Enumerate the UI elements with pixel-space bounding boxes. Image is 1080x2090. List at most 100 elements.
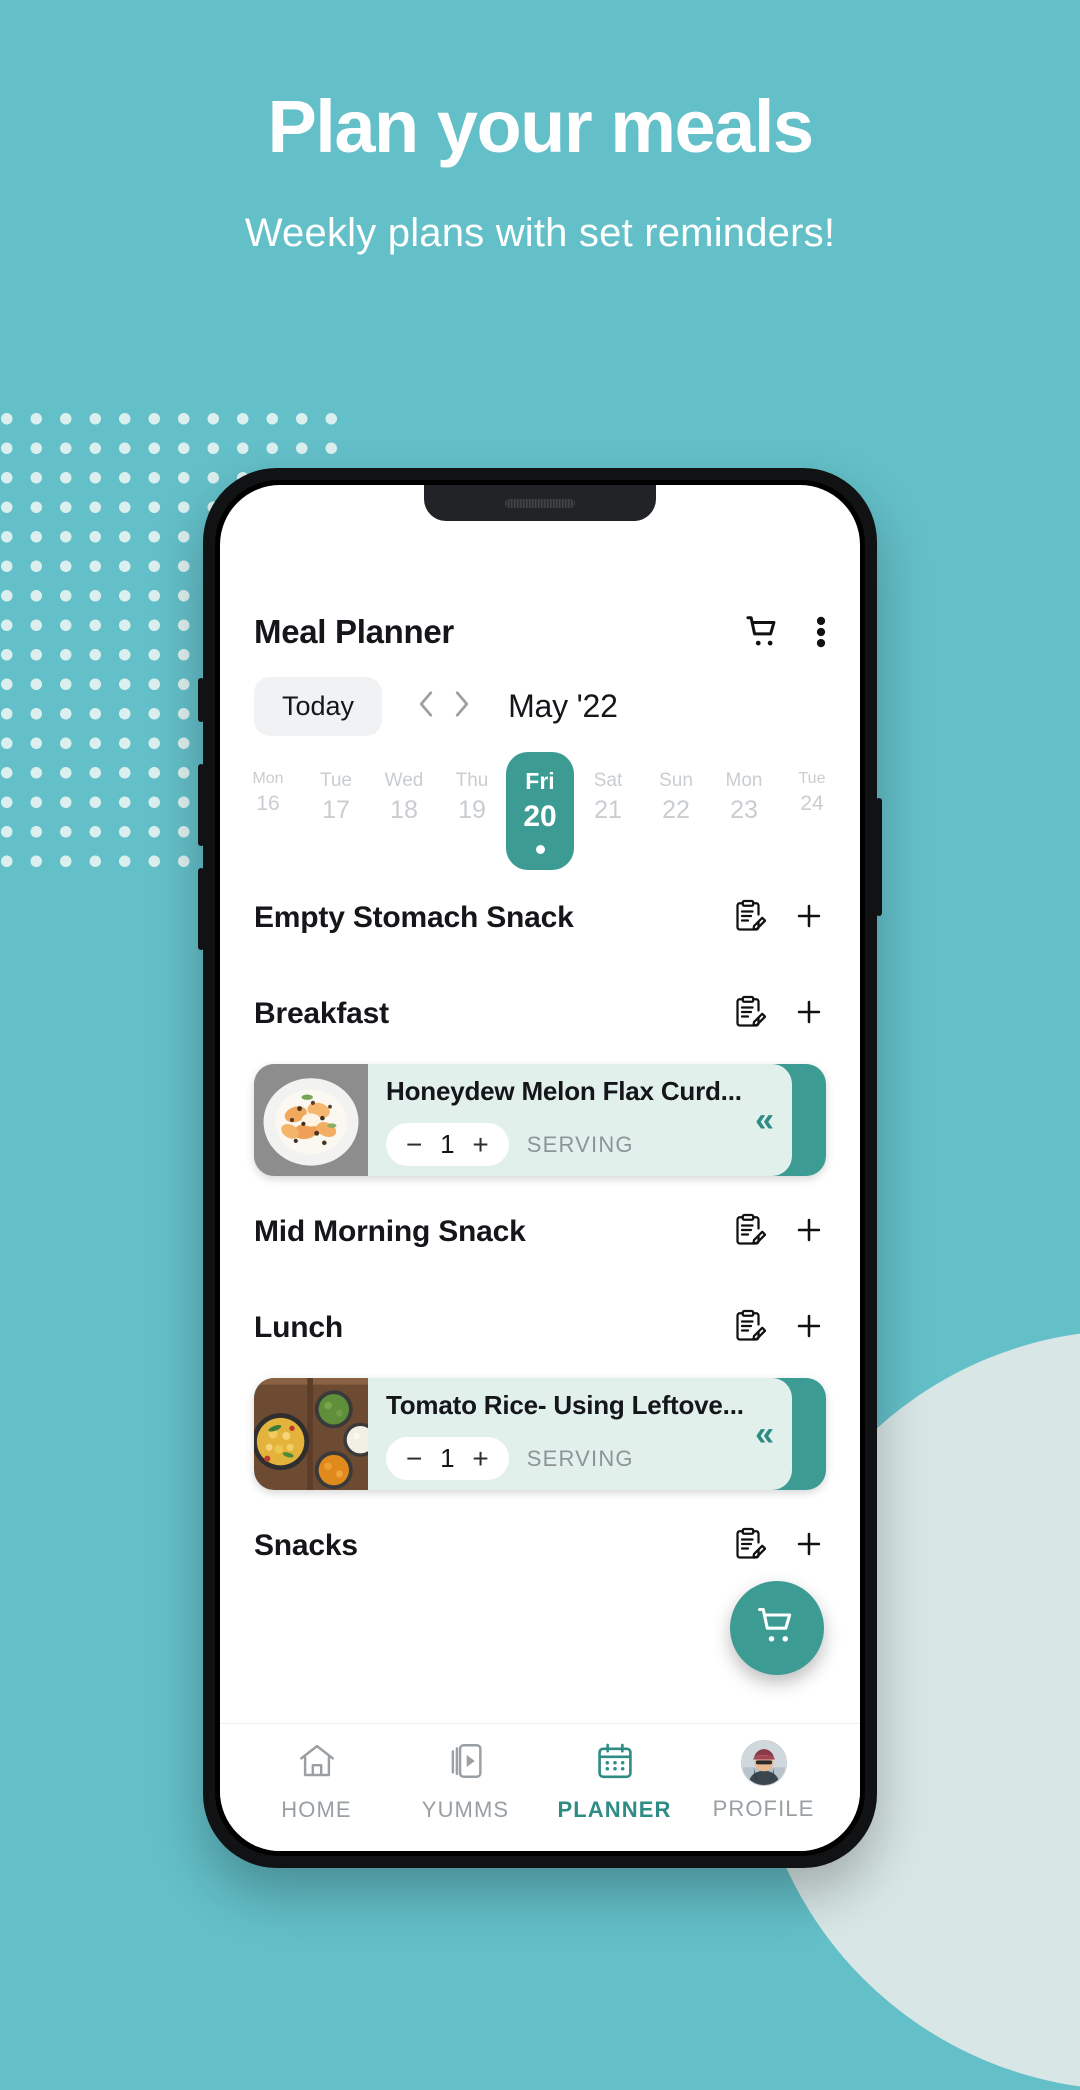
serving-row: − 1 + SERVING: [386, 1123, 778, 1167]
serving-row: − 1 + SERVING: [386, 1437, 778, 1481]
promo-subheadline: Weekly plans with set reminders!: [244, 210, 836, 255]
date-cell-number: 19: [458, 795, 486, 824]
recipe-card-text: Tomato Rice- Using Leftove... − 1 + SERV…: [368, 1378, 792, 1490]
recipe-card-breakfast[interactable]: Honeydew Melon Flax Curd... − 1 + SERVIN…: [254, 1064, 826, 1177]
chevron-right-icon[interactable]: [446, 684, 478, 729]
date-cell-fri-20-selected[interactable]: Fri 20: [506, 752, 574, 871]
date-cell-number: 21: [594, 795, 622, 824]
recipe-thumbnail-tomato-rice: [254, 1378, 368, 1491]
date-cell-tue-17[interactable]: Tue 17: [302, 758, 370, 840]
nav-item-label: HOME: [281, 1797, 352, 1822]
serving-stepper[interactable]: − 1 +: [386, 1437, 509, 1481]
date-cell-dow: Tue: [798, 770, 826, 787]
recipe-card-lunch[interactable]: Tomato Rice- Using Leftove... − 1 + SERV…: [254, 1378, 826, 1491]
plus-icon[interactable]: [792, 1527, 826, 1566]
nav-item-label: YUMMS: [421, 1797, 510, 1822]
nav-item-profile[interactable]: PROFILE: [689, 1740, 838, 1822]
date-cell-number: 24: [800, 791, 824, 815]
date-cell-sat-21[interactable]: Sat 21: [574, 758, 642, 840]
phone-bezel: Meal Planner Today May '22 Mon 16 Tue 17…: [215, 480, 865, 1856]
page-title: Meal Planner: [254, 613, 454, 650]
meal-row-label: Empty Stomach Snack: [254, 901, 574, 935]
promo-text-block: Plan your meals Weekly plans with set re…: [0, 0, 1080, 259]
meal-row-label: Breakfast: [254, 997, 389, 1031]
promo-headline: Plan your meals: [267, 85, 814, 168]
month-navigation-bar: Today May '22: [220, 651, 860, 736]
date-cell-dow: Sat: [593, 770, 623, 791]
recipe-card-text: Honeydew Melon Flax Curd... − 1 + SERVIN…: [368, 1064, 792, 1176]
bottom-navigation-bar: HOME YUMMS PLANNER PROFILE: [220, 1723, 860, 1851]
earpiece-speaker: [505, 498, 575, 508]
clipboard-pencil-icon[interactable]: [730, 1308, 767, 1349]
clipboard-pencil-icon[interactable]: [730, 1212, 767, 1253]
nav-item-home[interactable]: HOME: [242, 1740, 391, 1823]
date-cell-sun-22[interactable]: Sun 22: [642, 758, 710, 840]
chevron-double-left-icon[interactable]: «: [755, 1417, 774, 1451]
shopping-cart-icon[interactable]: [744, 613, 782, 651]
meal-row-mid-morning-snack[interactable]: Mid Morning Snack: [254, 1184, 826, 1280]
date-cell-dow: Wed: [384, 770, 424, 791]
month-arrows: [410, 684, 478, 729]
increment-serving-button[interactable]: +: [472, 1130, 488, 1159]
plus-icon[interactable]: [792, 1309, 826, 1348]
phone-mockup: Meal Planner Today May '22 Mon 16 Tue 17…: [198, 468, 882, 1868]
phone-volume-down: [198, 868, 204, 950]
meal-row-snacks[interactable]: Snacks: [254, 1498, 826, 1594]
plus-icon[interactable]: [792, 1213, 826, 1252]
date-cell-event-dot: [535, 845, 545, 855]
meal-row-breakfast[interactable]: Breakfast: [254, 966, 826, 1062]
chevron-double-left-icon[interactable]: «: [755, 1103, 774, 1137]
phone-mute-switch: [198, 678, 204, 722]
serving-value: 1: [440, 1129, 455, 1160]
meal-row-label: Lunch: [254, 1311, 343, 1345]
plus-icon[interactable]: [792, 899, 826, 938]
nav-item-label: PLANNER: [557, 1797, 672, 1822]
plus-icon[interactable]: [792, 995, 826, 1034]
date-cell-dow: Thu: [455, 770, 489, 791]
header-actions: [744, 613, 826, 651]
recipe-thumbnail-honeydew: [254, 1064, 368, 1177]
month-label: May '22: [508, 688, 618, 724]
date-cell-dow: Fri: [525, 768, 555, 794]
serving-value: 1: [440, 1443, 455, 1474]
avatar: [740, 1740, 787, 1786]
cart-fab-button[interactable]: [730, 1581, 824, 1675]
today-button[interactable]: Today: [254, 677, 383, 736]
increment-serving-button[interactable]: +: [472, 1444, 488, 1473]
video-icon: [445, 1740, 487, 1787]
nav-item-planner[interactable]: PLANNER: [540, 1740, 689, 1823]
date-cell-thu-19[interactable]: Thu 19: [438, 758, 506, 840]
clipboard-pencil-icon[interactable]: [730, 994, 767, 1035]
meal-row-label: Mid Morning Snack: [254, 1215, 526, 1249]
date-cell-dow: Tue: [319, 770, 353, 791]
recipe-card-body: Honeydew Melon Flax Curd... − 1 + SERVIN…: [254, 1064, 792, 1177]
clipboard-pencil-icon[interactable]: [730, 1526, 767, 1567]
phone-power-button: [876, 798, 882, 916]
meal-row-actions: [730, 898, 826, 939]
date-cell-number: 17: [322, 795, 350, 824]
date-strip: Mon 16 Tue 17 Wed 18 Thu 19 Fri 20 Sat 2…: [220, 736, 860, 871]
more-vertical-icon[interactable]: [816, 613, 826, 651]
date-cell-dow: Mon: [725, 770, 763, 791]
date-cell-dow: Mon: [252, 770, 284, 787]
clipboard-pencil-icon[interactable]: [730, 898, 767, 939]
decrement-serving-button[interactable]: −: [406, 1130, 422, 1159]
home-icon: [296, 1740, 338, 1787]
date-cell-number: 16: [256, 791, 280, 815]
phone-notch: [424, 485, 656, 521]
chevron-left-icon[interactable]: [410, 684, 442, 729]
shopping-cart-icon: [755, 1604, 799, 1653]
serving-stepper[interactable]: − 1 +: [386, 1123, 509, 1167]
date-cell-mon-16[interactable]: Mon 16: [234, 758, 302, 831]
date-cell-wed-18[interactable]: Wed 18: [370, 758, 438, 840]
date-cell-number: 20: [523, 800, 557, 834]
meal-row-lunch[interactable]: Lunch: [254, 1280, 826, 1376]
decrement-serving-button[interactable]: −: [406, 1444, 422, 1473]
serving-label: SERVING: [526, 1131, 634, 1157]
meal-row-empty-stomach-snack[interactable]: Empty Stomach Snack: [254, 870, 826, 966]
meal-row-actions: [730, 1212, 826, 1253]
nav-item-yumms[interactable]: YUMMS: [391, 1740, 540, 1823]
date-cell-mon-23[interactable]: Mon 23: [710, 758, 778, 840]
meal-row-actions: [730, 994, 826, 1035]
date-cell-tue-24[interactable]: Tue 24: [778, 758, 846, 831]
